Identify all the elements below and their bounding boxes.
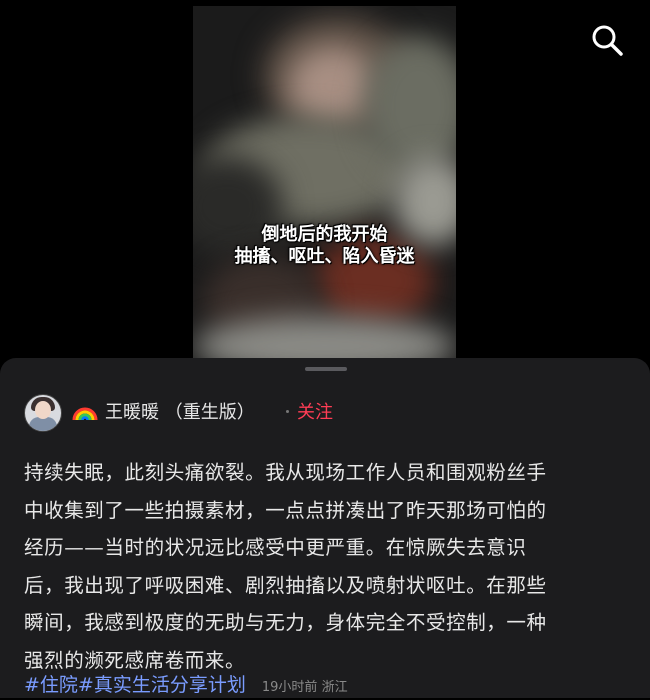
drag-handle[interactable] bbox=[305, 367, 347, 371]
post-body: 持续失眠，此刻头痛欲裂。我从现场工作人员和围观粉丝手 中收集到了一些拍摄素材，一… bbox=[24, 454, 624, 679]
search-icon bbox=[592, 25, 623, 56]
avatar-body bbox=[29, 417, 57, 431]
video-caption-line-1: 倒地后的我开始 bbox=[261, 224, 388, 245]
post-line: 中收集到了一些拍摄素材，一点点拼凑出了昨天那场可怕的 bbox=[24, 498, 547, 522]
hashtag-links[interactable]: #住院#真实生活分享计划 bbox=[24, 674, 246, 696]
avatar[interactable] bbox=[24, 394, 62, 432]
video-caption: 倒地后的我开始 抽搐、呕吐、陷入昏迷 bbox=[193, 224, 456, 268]
rainbow-icon bbox=[72, 407, 98, 421]
search-button[interactable] bbox=[589, 22, 625, 58]
tags-row: #住院#真实生活分享计划 19小时前 浙江 bbox=[24, 673, 348, 700]
follow-button[interactable]: 关注 bbox=[297, 398, 333, 424]
separator-dot bbox=[286, 410, 289, 413]
post-meta: 19小时前 浙江 bbox=[261, 680, 348, 695]
author-name[interactable]: 王暖暖 （重生版） bbox=[105, 398, 255, 424]
video-caption-line-2: 抽搐、呕吐、陷入昏迷 bbox=[234, 246, 415, 267]
post-line: 后，我出现了呼吸困难、剧烈抽搐以及喷射状呕吐。在那些 bbox=[24, 573, 547, 597]
video-player[interactable]: 倒地后的我开始 抽搐、呕吐、陷入昏迷 bbox=[193, 6, 456, 358]
post-line: 持续失眠，此刻头痛欲裂。我从现场工作人员和围观粉丝手 bbox=[24, 461, 547, 484]
post-line: 经历——当时的状况远比感受中更严重。在惊厥失去意识 bbox=[24, 536, 527, 559]
avatar-face bbox=[35, 401, 51, 419]
post-line: 瞬间，我感到极度的无助与无力，身体完全不受控制，一种 bbox=[24, 611, 547, 634]
comment-sheet: 王暖暖 （重生版） 关注 持续失眠，此刻头痛欲裂。我从现场工作人员和围观粉丝手 … bbox=[0, 358, 650, 698]
